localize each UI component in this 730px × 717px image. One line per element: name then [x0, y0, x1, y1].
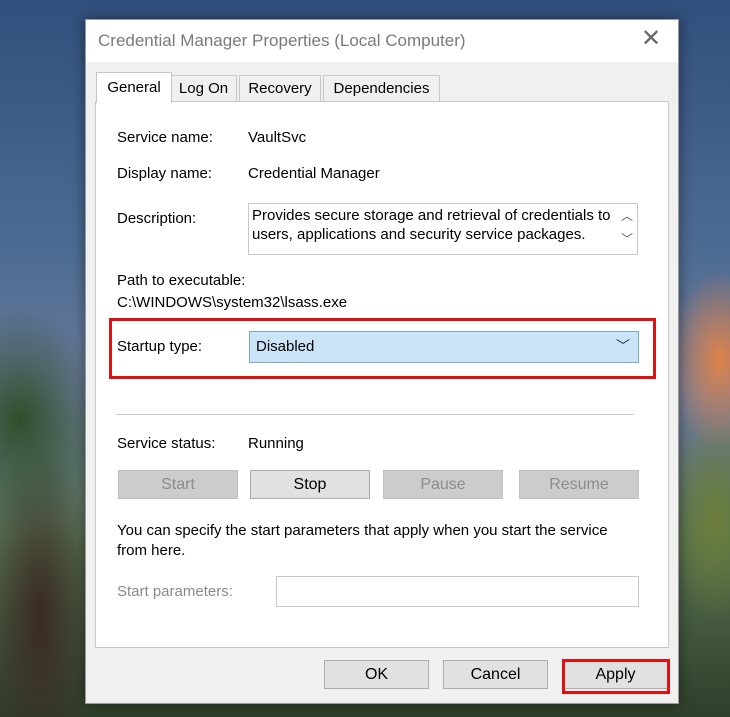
- description-scrollbar[interactable]: ︿ ﹀: [617, 204, 637, 254]
- display-name-label: Display name:: [117, 165, 213, 182]
- general-tab-panel: Service name: VaultSvc Display name: Cre…: [95, 101, 669, 648]
- service-status-label: Service status:: [117, 435, 216, 452]
- stop-button[interactable]: Stop: [250, 470, 370, 499]
- apply-highlight: [562, 659, 670, 694]
- close-icon[interactable]: ✕: [636, 24, 666, 54]
- dialog-title: Credential Manager Properties (Local Com…: [98, 31, 466, 50]
- start-parameters-label: Start parameters:: [117, 583, 233, 600]
- display-name-value: Credential Manager: [248, 165, 380, 182]
- tab-recovery[interactable]: Recovery: [239, 75, 321, 102]
- chevron-down-icon[interactable]: ﹀: [621, 230, 633, 247]
- start-button[interactable]: Start: [118, 470, 238, 499]
- service-status-value: Running: [248, 435, 304, 452]
- description-label: Description:: [117, 210, 197, 227]
- start-parameters-hint: You can specify the start parameters tha…: [117, 522, 608, 559]
- tab-dependencies[interactable]: Dependencies: [323, 75, 440, 102]
- path-label: Path to executable:: [117, 272, 246, 289]
- divider: [116, 414, 634, 415]
- service-name-value: VaultSvc: [248, 129, 307, 146]
- description-text: Provides secure storage and retrieval of…: [252, 207, 611, 243]
- tab-general[interactable]: General: [96, 72, 172, 103]
- start-parameters-input[interactable]: [276, 576, 639, 607]
- service-properties-dialog: Credential Manager Properties (Local Com…: [85, 19, 679, 704]
- cancel-button[interactable]: Cancel: [443, 660, 548, 689]
- path-value: C:\WINDOWS\system32\lsass.exe: [117, 294, 348, 311]
- tab-log-on[interactable]: Log On: [170, 75, 237, 102]
- description-box[interactable]: Provides secure storage and retrieval of…: [248, 203, 638, 255]
- ok-button[interactable]: OK: [324, 660, 429, 689]
- title-bar: Credential Manager Properties (Local Com…: [86, 20, 678, 62]
- resume-button[interactable]: Resume: [519, 470, 639, 499]
- startup-type-highlight: [109, 318, 656, 379]
- chevron-up-icon[interactable]: ︿: [621, 207, 633, 224]
- pause-button[interactable]: Pause: [383, 470, 503, 499]
- service-name-label: Service name:: [117, 129, 213, 146]
